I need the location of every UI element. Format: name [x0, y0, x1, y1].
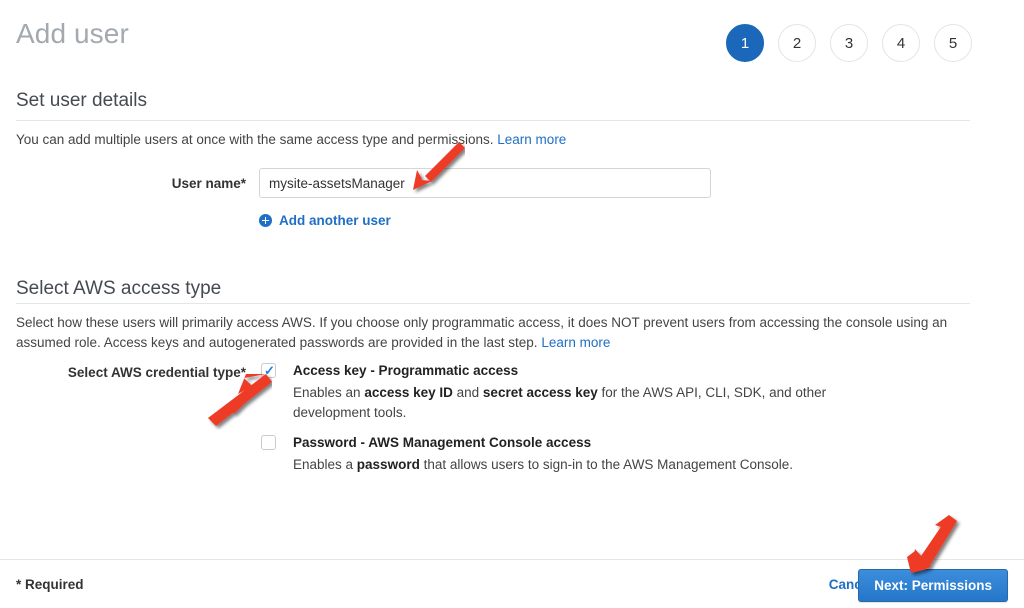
set-user-details-heading: Set user details — [16, 90, 147, 111]
password-desc-bold1: password — [356, 457, 420, 472]
arrow-to-next-button — [907, 515, 957, 573]
username-label: User name* — [171, 176, 246, 191]
password-desc-pre: Enables a — [293, 457, 357, 472]
required-note: * Required — [16, 577, 84, 592]
password-description: Enables a password that allows users to … — [293, 455, 893, 475]
access-key-desc-mid: and — [452, 385, 483, 400]
step-4[interactable]: 4 — [882, 24, 920, 62]
access-type-description-line1: Select how these users will primarily ac… — [16, 315, 929, 330]
plus-circle-icon — [259, 214, 272, 227]
check-icon: ✓ — [264, 363, 275, 378]
password-checkbox[interactable] — [261, 435, 276, 450]
access-key-desc-bold1: access key ID — [364, 385, 453, 400]
next-permissions-button[interactable]: Next: Permissions — [858, 569, 1008, 602]
learn-more-link-access-type[interactable]: Learn more — [541, 335, 610, 350]
step-4-label: 4 — [896, 34, 906, 52]
page-header: Add user 1 2 3 4 5 — [0, 0, 1024, 78]
section-divider-access-type — [16, 303, 970, 304]
step-2-label: 2 — [792, 34, 802, 52]
footer-divider — [0, 559, 1024, 560]
access-key-desc-pre: Enables an — [293, 385, 365, 400]
step-indicator: 1 2 3 4 5 — [726, 24, 972, 62]
access-key-description: Enables an access key ID and secret acce… — [293, 383, 853, 423]
arrow-to-credential-checkbox — [208, 374, 272, 426]
add-another-user-label: Add another user — [279, 213, 391, 228]
credential-type-label: Select AWS credential type* — [67, 365, 246, 380]
learn-more-link-user-details[interactable]: Learn more — [497, 132, 566, 147]
section-divider-user-details — [16, 120, 970, 121]
user-details-description: You can add multiple users at once with … — [16, 130, 566, 150]
step-1[interactable]: 1 — [726, 24, 764, 62]
password-desc-post: that allows users to sign-in to the AWS … — [419, 457, 794, 472]
user-details-description-text: You can add multiple users at once with … — [16, 132, 494, 147]
step-1-label: 1 — [740, 34, 750, 52]
access-key-desc-bold2: secret access key — [482, 385, 598, 400]
access-type-heading: Select AWS access type — [16, 278, 222, 299]
username-input[interactable] — [259, 168, 711, 198]
step-5[interactable]: 5 — [934, 24, 972, 62]
access-type-description: Select how these users will primarily ac… — [16, 313, 976, 353]
access-key-checkbox[interactable]: ✓ — [261, 363, 276, 378]
password-title: Password - AWS Management Console access — [293, 435, 592, 450]
access-key-title: Access key - Programmatic access — [293, 363, 519, 378]
step-2[interactable]: 2 — [778, 24, 816, 62]
step-3-label: 3 — [844, 34, 854, 52]
step-3[interactable]: 3 — [830, 24, 868, 62]
step-5-label: 5 — [948, 34, 958, 52]
page-title: Add user — [16, 18, 129, 49]
add-user-page: Add user 1 2 3 4 5 Set user details You … — [0, 0, 1024, 608]
add-another-user-button[interactable]: Add another user — [259, 213, 391, 228]
